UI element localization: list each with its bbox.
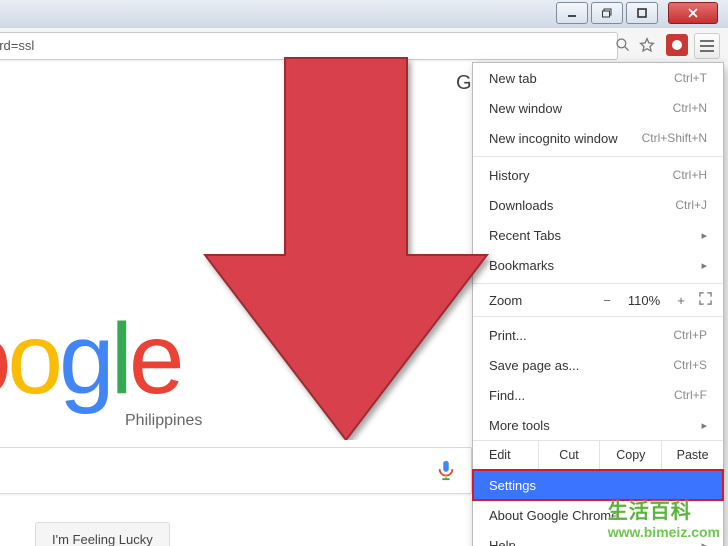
chrome-menu: New tabCtrl+T New windowCtrl+N New incog…	[472, 62, 724, 546]
window-titlebar	[0, 0, 728, 29]
google-logo: Google	[0, 302, 181, 417]
zoom-out-button[interactable]: −	[595, 293, 619, 308]
menu-edit-row: Edit Cut Copy Paste	[473, 440, 723, 470]
voice-search-icon[interactable]	[435, 458, 457, 482]
menu-more-tools[interactable]: More tools	[473, 410, 723, 440]
menu-history[interactable]: HistoryCtrl+H	[473, 160, 723, 190]
zoom-value: 110%	[619, 293, 669, 308]
feeling-lucky-button[interactable]: I'm Feeling Lucky	[35, 522, 170, 546]
logo-fragment-letter: G	[456, 72, 472, 95]
menu-paste[interactable]: Paste	[661, 441, 723, 469]
browser-toolbar: vs_rd=ssl	[0, 28, 728, 63]
menu-bookmarks[interactable]: Bookmarks	[473, 250, 723, 280]
menu-downloads[interactable]: DownloadsCtrl+J	[473, 190, 723, 220]
menu-recent-tabs[interactable]: Recent Tabs	[473, 220, 723, 250]
menu-cut[interactable]: Cut	[538, 441, 600, 469]
window-restore-button[interactable]	[591, 2, 623, 24]
menu-new-window[interactable]: New windowCtrl+N	[473, 93, 723, 123]
menu-incognito[interactable]: New incognito windowCtrl+Shift+N	[473, 123, 723, 153]
google-country-label: Philippines	[125, 412, 202, 430]
window-maximize-button[interactable]	[626, 2, 658, 24]
menu-copy[interactable]: Copy	[599, 441, 661, 469]
window-close-button[interactable]	[668, 2, 718, 24]
window-minimize-button[interactable]	[556, 2, 588, 24]
menu-separator	[473, 156, 723, 157]
zoom-in-button[interactable]: +	[669, 293, 693, 308]
fullscreen-icon[interactable]	[693, 292, 717, 308]
menu-zoom-row: Zoom − 110% +	[473, 287, 723, 313]
zoom-icon[interactable]	[614, 36, 632, 54]
search-input[interactable]	[0, 447, 472, 494]
watermark: 生活百科 www.bimeiz.com	[608, 495, 720, 540]
watermark-text-cn: 生活百科	[608, 495, 720, 524]
menu-new-tab[interactable]: New tabCtrl+T	[473, 63, 723, 93]
menu-find[interactable]: Find...Ctrl+F	[473, 380, 723, 410]
extension-adblock-icon[interactable]	[666, 34, 688, 56]
address-bar[interactable]: vs_rd=ssl	[0, 32, 618, 60]
menu-separator	[473, 283, 723, 284]
menu-edit-label: Edit	[473, 441, 538, 469]
menu-separator	[473, 316, 723, 317]
watermark-url: www.bimeiz.com	[608, 524, 720, 540]
menu-print[interactable]: Print...Ctrl+P	[473, 320, 723, 350]
star-icon[interactable]	[638, 36, 656, 54]
menu-zoom-label: Zoom	[489, 293, 595, 308]
menu-save-page[interactable]: Save page as...Ctrl+S	[473, 350, 723, 380]
chrome-menu-button[interactable]	[694, 33, 720, 59]
